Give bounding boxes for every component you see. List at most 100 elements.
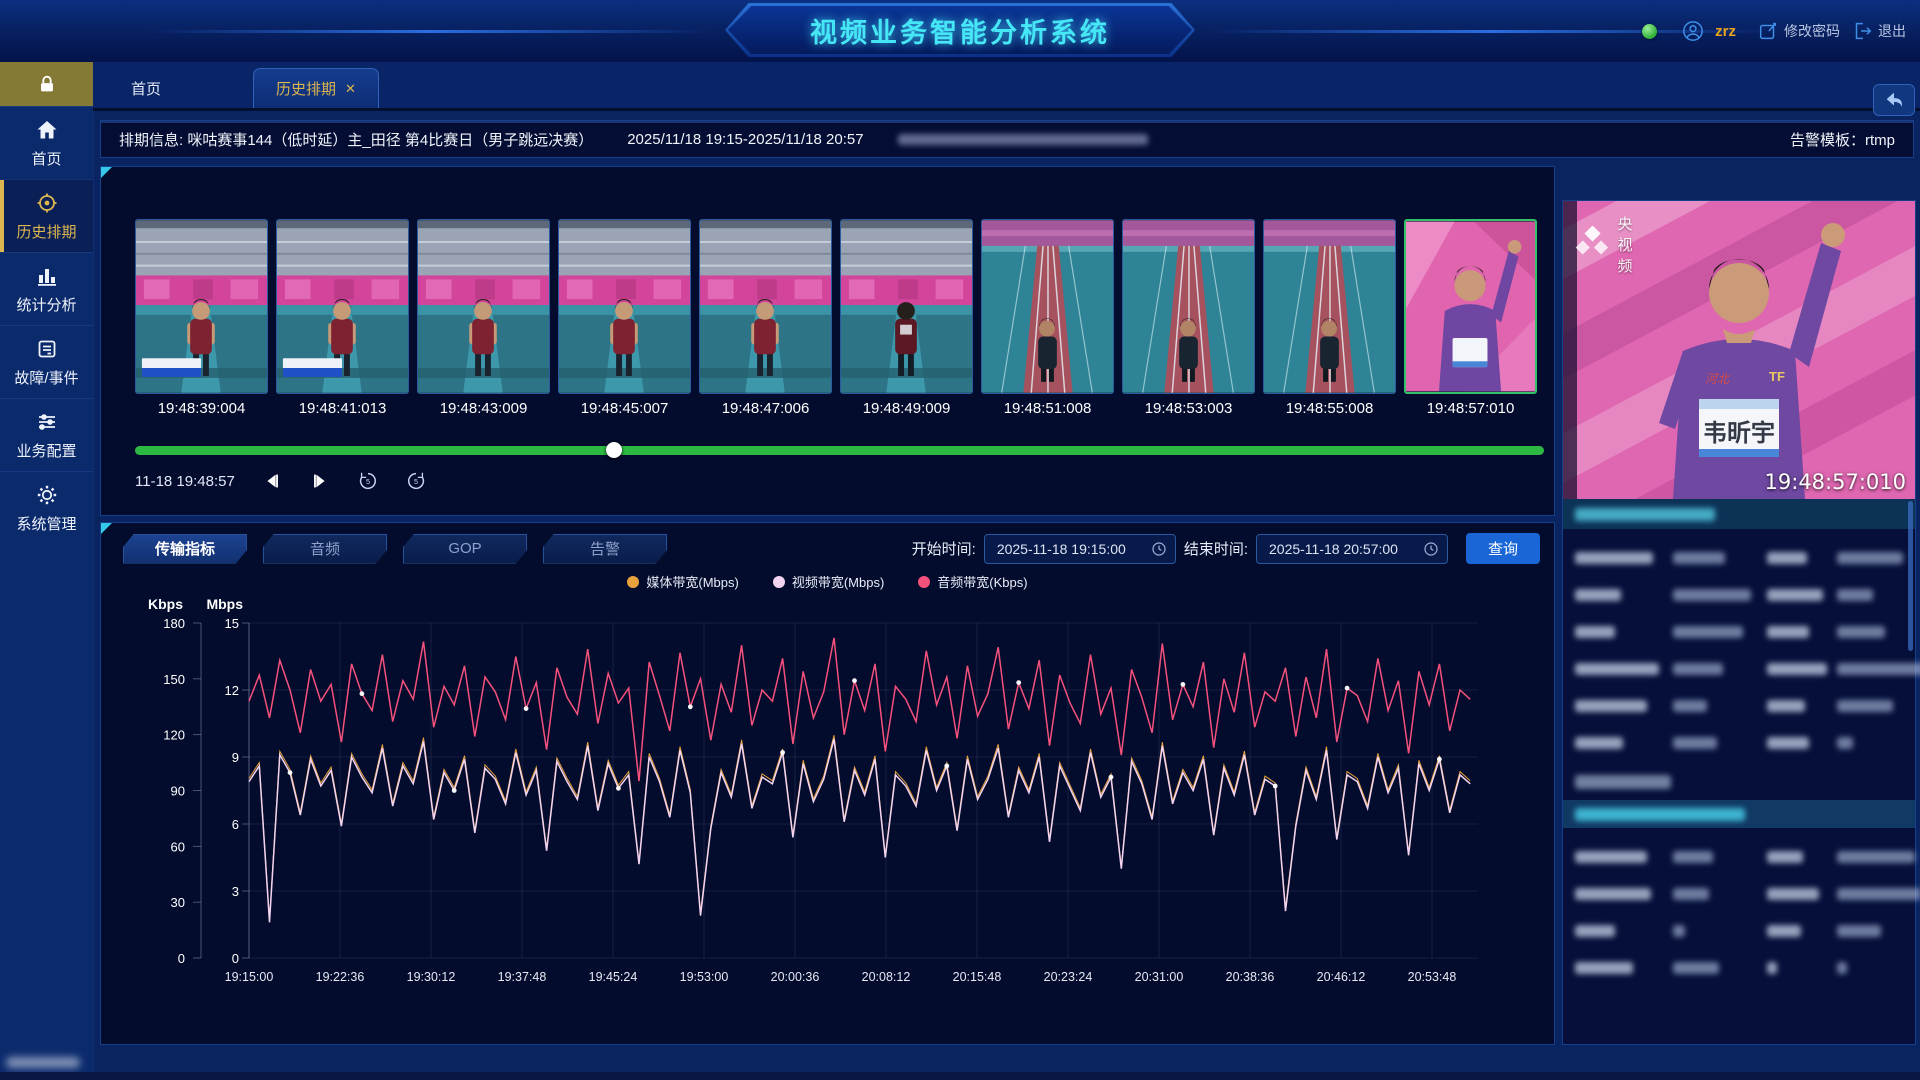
sidebar-item-1[interactable]: 首页: [0, 106, 93, 179]
logout-button[interactable]: 退出: [1851, 20, 1906, 42]
blurred-text: [1767, 737, 1809, 749]
right-panel-scrollbar[interactable]: [1908, 501, 1913, 651]
thumbnail-image[interactable]: [417, 219, 550, 394]
tab-bar: 首页 历史排期 ✕: [93, 62, 1920, 111]
blurred-text: [1837, 626, 1885, 638]
tab-history-schedule[interactable]: 历史排期 ✕: [253, 68, 379, 108]
svg-text:19:30:12: 19:30:12: [407, 970, 456, 984]
rewind-5s-icon[interactable]: 5: [357, 470, 379, 492]
svg-text:0: 0: [178, 951, 185, 966]
thumbnail-1[interactable]: 19:48:39:004: [135, 219, 268, 424]
close-tab-icon[interactable]: ✕: [345, 81, 356, 97]
svg-text:9: 9: [232, 750, 239, 765]
svg-text:TF: TF: [1769, 369, 1785, 384]
legend-item[interactable]: 视频带宽(Mbps): [773, 572, 884, 591]
query-bar: 开始时间: 2025-11-18 19:15:00 结束时间: 2025-11-…: [912, 533, 1540, 564]
blurred-text: [1767, 663, 1827, 675]
start-time-input[interactable]: 2025-11-18 19:15:00: [984, 534, 1176, 564]
thumbnail-timestamp: 19:48:41:013: [276, 394, 409, 424]
legend-item[interactable]: 音频带宽(Kbps): [918, 572, 1027, 591]
timeline-slider-knob[interactable]: [606, 442, 622, 458]
legend-dot: [627, 576, 639, 588]
thumbnail-image[interactable]: [1122, 219, 1255, 394]
table-row: [1575, 875, 1903, 912]
user-area: zrz 修改密码 退出: [1642, 0, 1906, 62]
thumbnail-8[interactable]: 19:48:53:003: [1122, 219, 1255, 424]
user-avatar-icon[interactable]: [1682, 20, 1704, 42]
step-forward-icon[interactable]: [309, 470, 331, 492]
thumbnail-6[interactable]: 19:48:49:009: [840, 219, 973, 424]
blurred-text: [1673, 552, 1725, 564]
thumbnail-3[interactable]: 19:48:43:009: [417, 219, 550, 424]
timeline-slider[interactable]: [135, 446, 1544, 455]
clock-icon: [1423, 541, 1439, 557]
back-button[interactable]: [1873, 84, 1915, 116]
thumbnail-timestamp: 19:48:55:008: [1263, 394, 1396, 424]
sidebar-item-label: 统计分析: [16, 294, 76, 315]
thumbnail-image[interactable]: [840, 219, 973, 394]
sidebar: 首页历史排期统计分析故障/事件业务配置系统管理: [0, 62, 94, 1080]
metric-tab-3[interactable]: GOP: [403, 534, 527, 564]
sidebar-item-3[interactable]: 统计分析: [0, 252, 93, 325]
table-row: [1575, 539, 1903, 576]
metrics-panel: 传输指标音频 GOP 告警 开始时间: 2025-11-18 19:15:00 结束…: [100, 522, 1555, 1045]
metric-tab-4[interactable]: 告警: [543, 534, 667, 564]
sidebar-collapse-button[interactable]: [0, 62, 93, 106]
sidebar-item-4[interactable]: 故障/事件: [0, 325, 93, 398]
blurred-text: [1767, 589, 1823, 601]
svg-text:150: 150: [163, 672, 185, 687]
thumbnail-10[interactable]: 19:48:57:010: [1404, 219, 1537, 424]
blurred-text: [1575, 589, 1621, 601]
table-row: [1575, 838, 1903, 875]
blurred-text: [1837, 962, 1847, 974]
title-banner: 视频业务智能分析系统: [725, 3, 1195, 57]
thumbnail-image[interactable]: [1263, 219, 1396, 394]
thumbnail-9[interactable]: 19:48:55:008: [1263, 219, 1396, 424]
blurred-text: [1673, 888, 1709, 900]
step-backward-icon[interactable]: [261, 470, 283, 492]
metric-tab-2[interactable]: 音频: [263, 534, 387, 564]
thumbnail-7[interactable]: 19:48:51:008: [981, 219, 1114, 424]
thumbnail-4[interactable]: 19:48:45:007: [558, 219, 691, 424]
sliders-icon: [35, 410, 59, 434]
thumbnail-5[interactable]: 19:48:47:006: [699, 219, 832, 424]
thumbnail-2[interactable]: 19:48:41:013: [276, 219, 409, 424]
blurred-text: [1575, 737, 1623, 749]
svg-text:3: 3: [232, 884, 239, 899]
svg-text:0: 0: [232, 951, 239, 966]
video-preview[interactable]: 河北TF韦昕宇 央视频 19:48:57:010: [1563, 201, 1915, 499]
sidebar-item-6[interactable]: 系统管理: [0, 471, 93, 544]
svg-text:12: 12: [225, 683, 239, 698]
svg-text:19:15:00: 19:15:00: [225, 970, 274, 984]
query-button[interactable]: 查询: [1466, 533, 1540, 564]
svg-text:河北: 河北: [1705, 372, 1731, 386]
chart-legend: 媒体带宽(Mbps) 视频带宽(Mbps) 音频带宽(Kbps): [101, 572, 1554, 591]
thumbnail-image[interactable]: [699, 219, 832, 394]
svg-text:90: 90: [171, 784, 185, 799]
table-row: [1575, 912, 1903, 949]
blurred-text: [1575, 925, 1615, 937]
metrics-toolbar: 传输指标音频 GOP 告警 开始时间: 2025-11-18 19:15:00 结束…: [101, 523, 1554, 564]
end-time-input[interactable]: 2025-11-18 20:57:00: [1256, 534, 1448, 564]
home-icon: [35, 118, 59, 142]
thumbnail-image[interactable]: [135, 219, 268, 394]
forward-5s-icon[interactable]: 5: [405, 470, 427, 492]
stream-info-table: [1563, 828, 1915, 990]
metric-tab-1[interactable]: 传输指标: [123, 534, 247, 564]
sidebar-item-5[interactable]: 业务配置: [0, 398, 93, 471]
thumbnail-image[interactable]: [981, 219, 1114, 394]
thumbnail-image[interactable]: [276, 219, 409, 394]
clock-icon: [1151, 541, 1167, 557]
source-url-blurred: [898, 134, 1148, 145]
legend-item[interactable]: 媒体带宽(Mbps): [627, 572, 738, 591]
back-arrow-icon: [1883, 89, 1905, 111]
sidebar-item-2[interactable]: 历史排期: [0, 179, 93, 252]
tab-home[interactable]: 首页: [109, 69, 183, 108]
blurred-text: [1575, 552, 1653, 564]
blurred-text: [1673, 851, 1713, 863]
change-password-button[interactable]: 修改密码: [1757, 20, 1840, 42]
thumbnail-timestamp: 19:48:51:008: [981, 394, 1114, 424]
sidebar-item-label: 故障/事件: [14, 367, 78, 388]
thumbnail-image[interactable]: [558, 219, 691, 394]
thumbnail-image[interactable]: [1404, 219, 1537, 394]
